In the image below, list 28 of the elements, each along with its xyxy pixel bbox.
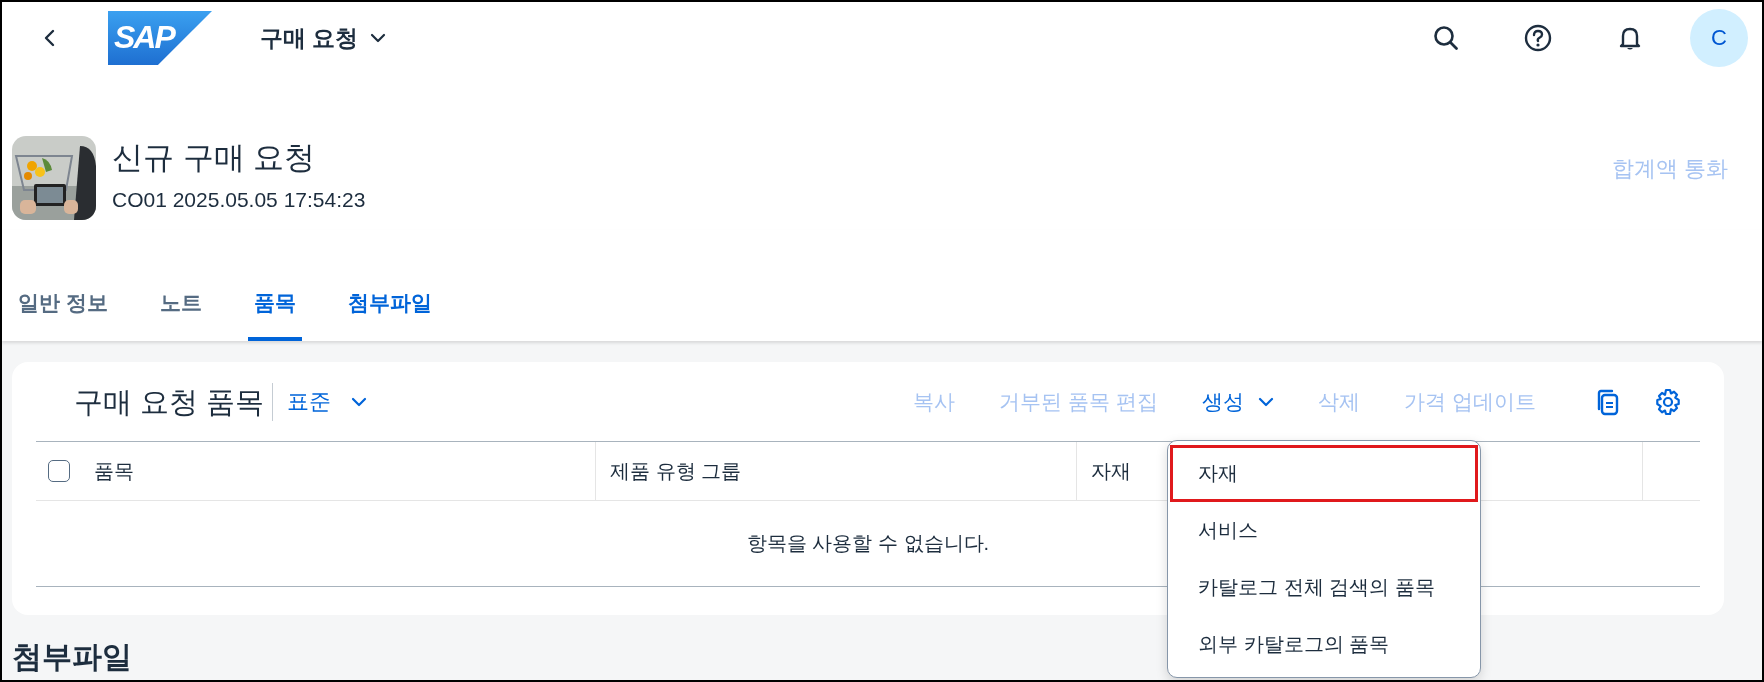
variant-selector[interactable]: 표준	[281, 385, 374, 418]
tab[interactable]: 일반 정보	[12, 285, 114, 341]
search-icon[interactable]	[1432, 24, 1460, 52]
menu-item[interactable]: 외부 카탈로그의 품목	[1170, 616, 1478, 673]
select-all-checkbox[interactable]	[48, 460, 70, 482]
settings-icon[interactable]	[1654, 387, 1682, 416]
tab[interactable]: 첨부파일	[341, 285, 438, 341]
help-icon[interactable]	[1524, 24, 1552, 52]
chevron-down-icon	[1258, 396, 1275, 407]
tab[interactable]: 노트	[153, 285, 208, 341]
currency-label: 합계액 통화	[1611, 155, 1728, 183]
menu-item[interactable]: 서비스	[1170, 502, 1478, 559]
chevron-down-icon	[370, 33, 387, 43]
user-avatar[interactable]: C	[1690, 9, 1748, 67]
card-title: 구매 요청 품목	[74, 382, 274, 421]
chevron-down-icon	[351, 396, 368, 407]
menu-item[interactable]: 자재	[1170, 445, 1478, 502]
column-header: 품목	[94, 458, 134, 484]
create-menu-button[interactable]: 생성	[1202, 387, 1275, 416]
logo[interactable]: SAP	[108, 11, 212, 65]
app-title-menu[interactable]: 구매 요청	[260, 22, 387, 54]
section-title: 첨부파일	[12, 639, 132, 675]
menu-item[interactable]: 카탈로그 전체 검색의 품목	[1170, 559, 1478, 616]
column-header: 제품 유형 그룹	[596, 442, 1077, 500]
page-subtitle: CO01 2025.05.05 17:54:23	[112, 188, 367, 212]
no-data-message: 항목을 사용할 수 없습니다.	[746, 531, 990, 556]
tab[interactable]: 품목	[247, 285, 302, 341]
page-title: 신규 구매 요청	[112, 140, 317, 176]
